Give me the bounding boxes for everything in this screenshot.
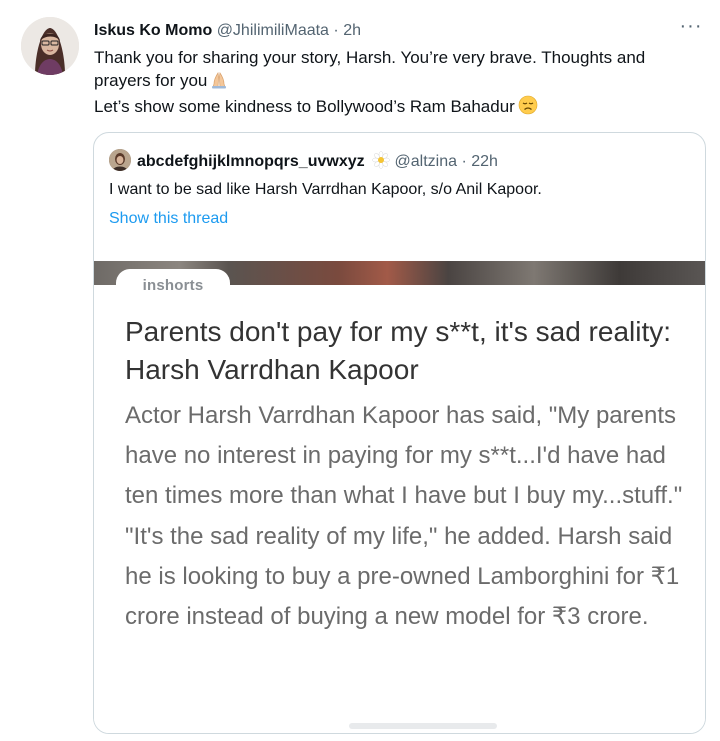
separator-dot: ·: [333, 22, 339, 39]
show-thread-link[interactable]: Show this thread: [109, 208, 228, 230]
quoted-author-name[interactable]: abcdefghijklmnopqrs_uvwxyz: [137, 153, 365, 170]
quoted-tweet[interactable]: abcdefghijklmnopqrs_uvwxyz @altzina · 22…: [93, 132, 706, 734]
scroll-indicator: [349, 723, 497, 729]
card-body: Actor Harsh Varrdhan Kapoor has said, "M…: [125, 402, 683, 631]
quoted-author-avatar: [109, 149, 131, 171]
tweet-text-line1: Thank you for sharing your story, Harsh.…: [94, 48, 646, 90]
daisy-icon: [372, 151, 390, 176]
tweet-header: Iskus Ko Momo @JhilimiliMaata · 2h: [94, 20, 700, 42]
tweet-text-line2: Let’s show some kindness to Bollywood’s …: [94, 97, 515, 116]
source-tab: inshorts: [116, 269, 230, 301]
quoted-tweet-time[interactable]: 22h: [471, 153, 498, 170]
author-handle[interactable]: @JhilimiliMaata: [217, 22, 329, 39]
tweet-text: Thank you for sharing your story, Harsh.…: [94, 46, 694, 121]
quoted-author-handle[interactable]: @altzina: [395, 153, 458, 170]
disappointed-face-icon: [518, 95, 538, 121]
author-avatar[interactable]: [21, 17, 79, 75]
more-options-icon[interactable]: ···: [676, 16, 706, 40]
tweet-time[interactable]: 2h: [343, 22, 361, 39]
attached-image-card[interactable]: inshorts Parents don't pay for my s**t, …: [94, 261, 705, 733]
card-headline: Parents don't pay for my s**t, it's sad …: [125, 316, 672, 385]
author-name[interactable]: Iskus Ko Momo: [94, 22, 212, 39]
source-label: inshorts: [142, 277, 204, 294]
quoted-tweet-header: abcdefghijklmnopqrs_uvwxyz @altzina · 22…: [109, 149, 498, 171]
folded-hands-icon: [210, 71, 228, 95]
quoted-separator-dot: ·: [461, 153, 467, 170]
tweet[interactable]: Iskus Ko Momo @JhilimiliMaata · 2h ··· T…: [0, 0, 720, 741]
quoted-tweet-text: I want to be sad like Harsh Varrdhan Kap…: [109, 181, 542, 198]
